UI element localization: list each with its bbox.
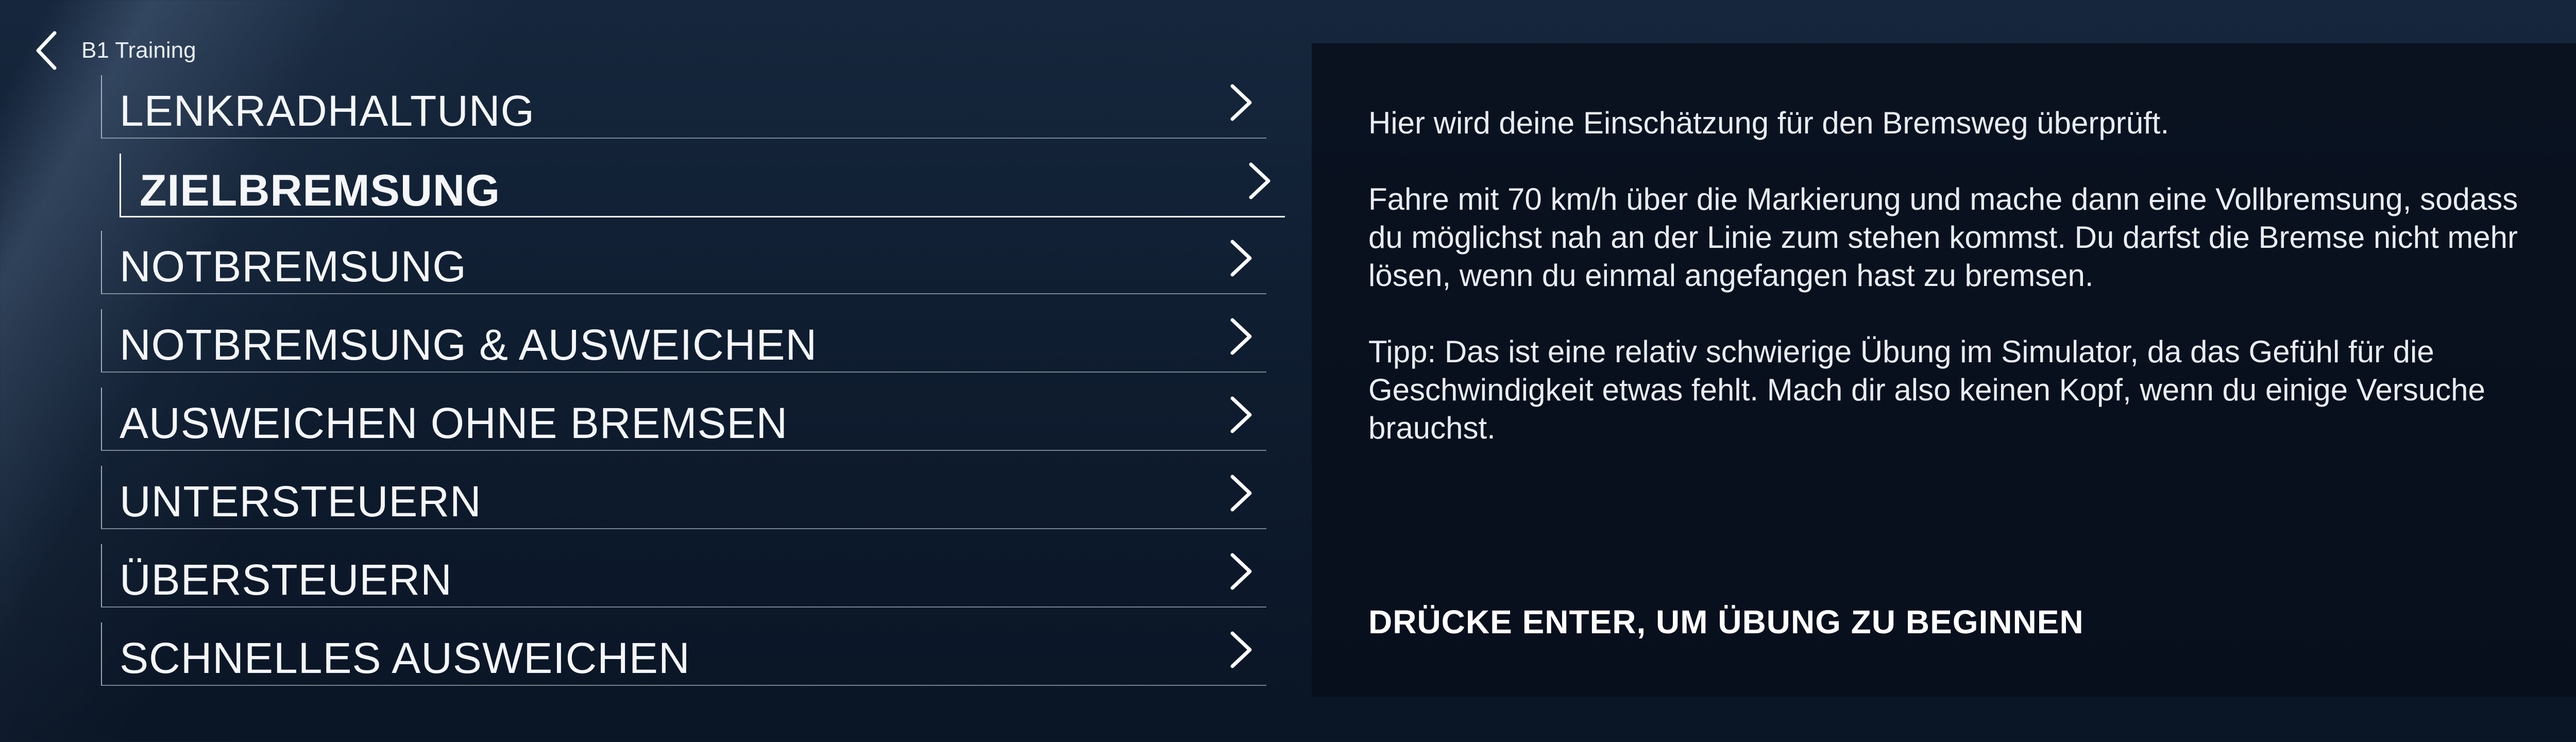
tip-paragraph: Tipp: Das ist eine relativ schwierige Üb… [1368, 334, 2485, 445]
chevron-right-icon [1230, 318, 1252, 355]
exercise-description-panel: Hier wird deine Einschätzung für den Bre… [1312, 43, 2576, 697]
menu-item-label: LENKRADHALTUNG [120, 87, 535, 135]
chevron-right-icon [1230, 631, 1252, 668]
exercise-menu: LENKRADHALTUNG ZIELBREMSUNG NOTBREMSUNG … [101, 75, 1285, 701]
breadcrumb-title[interactable]: B1 Training [81, 38, 196, 63]
menu-item-notbremsung-ausweichen[interactable]: NOTBREMSUNG & AUSWEICHEN [101, 309, 1266, 373]
menu-item-label: NOTBREMSUNG & AUSWEICHEN [120, 321, 818, 369]
chevron-right-icon [1230, 240, 1252, 277]
menu-item-zielbremsung[interactable]: ZIELBREMSUNG [120, 154, 1285, 217]
menu-item-label: NOTBREMSUNG [120, 242, 467, 291]
chevron-right-icon [1249, 162, 1270, 199]
chevron-right-icon [1230, 553, 1252, 590]
start-prompt[interactable]: DRÜCKE ENTER, UM ÜBUNG ZU BEGINNEN [1368, 603, 2084, 641]
menu-item-untersteuern[interactable]: UNTERSTEUERN [101, 466, 1266, 529]
menu-item-label: ÜBERSTEUERN [120, 555, 452, 604]
menu-item-label: AUSWEICHEN OHNE BREMSEN [120, 399, 788, 447]
top-bar: B1 Training [31, 25, 196, 76]
menu-item-label: ZIELBREMSUNG [140, 166, 500, 215]
menu-item-label: SCHNELLES AUSWEICHEN [120, 634, 690, 682]
menu-item-label: UNTERSTEUERN [120, 477, 482, 526]
chevron-left-icon[interactable] [31, 25, 62, 76]
menu-item-lenkradhaltung[interactable]: LENKRADHALTUNG [101, 75, 1266, 139]
menu-item-notbremsung[interactable]: NOTBREMSUNG [101, 231, 1266, 294]
description-paragraph: Fahre mit 70 km/h über die Markierung un… [1368, 182, 2518, 293]
menu-item-uebersteuern[interactable]: ÜBERSTEUERN [101, 544, 1266, 608]
menu-item-schnelles-ausweichen[interactable]: SCHNELLES AUSWEICHEN [101, 622, 1266, 686]
chevron-right-icon [1230, 396, 1252, 433]
description-text: Hier wird deine Einschätzung für den Bre… [1368, 104, 2576, 447]
description-paragraph: Hier wird deine Einschätzung für den Bre… [1368, 106, 2170, 140]
chevron-right-icon [1230, 475, 1252, 512]
menu-item-ausweichen-ohne-bremsen[interactable]: AUSWEICHEN OHNE BREMSEN [101, 387, 1266, 451]
chevron-right-icon [1230, 84, 1252, 121]
